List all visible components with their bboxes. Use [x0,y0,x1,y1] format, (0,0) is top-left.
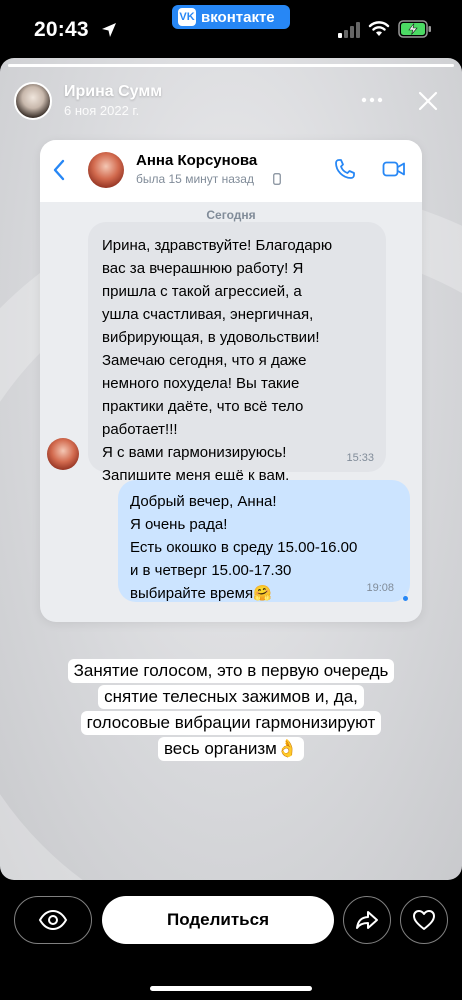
eye-icon [38,910,68,930]
close-icon[interactable] [417,90,439,112]
phone-call-icon [335,159,355,179]
message-time: 15:33 [346,452,374,464]
contact-name: Анна Корсунова [136,152,258,169]
story-date: 6 ноя 2022 г. [64,103,140,118]
message-text: Ирина, здравствуйте! Благодарю вас за вч… [102,237,333,484]
vk-logo-icon: VK [178,8,196,26]
unread-indicator [403,596,408,601]
incoming-message: Ирина, здравствуйте! Благодарю вас за вч… [88,222,386,484]
author-avatar[interactable] [14,82,52,120]
caption-line: снятие телесных зажимов и, да, [98,685,364,709]
caption-line: весь организм👌 [157,737,305,761]
chat-header: Анна Корсунова была 15 минут назад [40,140,422,202]
sender-avatar [47,438,79,470]
forward-button[interactable] [343,896,391,944]
more-options-icon[interactable] [360,96,384,104]
story-progress-bar [8,64,454,67]
battery-charging-icon [398,20,431,38]
contact-avatar [88,152,124,188]
viewers-button[interactable] [14,896,92,944]
heart-icon [413,910,435,930]
share-button-label: Поделиться [166,910,270,929]
contact-status: была 15 минут назад [136,172,254,186]
forward-arrow-icon [356,911,378,929]
message-text: Добрый вечер, Анна! Я очень рада! Есть о… [130,493,358,602]
chat-screenshot: Анна Корсунова была 15 минут назад Сегод… [40,140,422,622]
caption-line: голосовые вибрации гармонизируют [80,711,382,735]
status-bar: 20:43 VK вконтакте [0,0,462,58]
mobile-device-icon [273,173,281,185]
story-header: Ирина Сумм 6 ноя 2022 г. [0,72,462,132]
date-separator: Сегодня [206,208,256,222]
outgoing-message: Добрый вечер, Анна! Я очень рада! Есть о… [118,480,410,602]
caption-line: Занятие голосом, это в первую очередь [67,659,395,683]
video-call-icon [382,161,405,177]
home-indicator[interactable] [150,986,312,991]
signal-icon [338,22,360,38]
back-to-app-label: вконтакте [201,8,275,26]
author-name[interactable]: Ирина Сумм [64,83,162,101]
message-time: 19:08 [366,582,394,594]
back-chevron-icon [53,159,65,181]
story-caption: Занятие голосом, это в первую очередь сн… [0,658,462,762]
story-view[interactable]: Ирина Сумм 6 ноя 2022 г. Анна Корсунова … [0,58,462,880]
location-arrow-icon [102,23,116,37]
back-to-app-button[interactable]: VK вконтакте [172,5,290,29]
like-button[interactable] [400,896,448,944]
share-button[interactable]: Поделиться [102,896,334,944]
wifi-icon [368,21,390,36]
story-progress-fill [8,64,454,67]
status-time: 20:43 [34,18,89,41]
